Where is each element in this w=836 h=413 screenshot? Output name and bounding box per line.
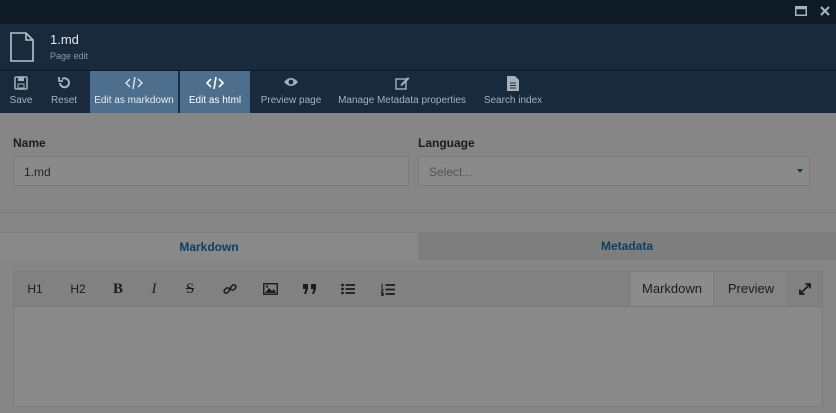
save-icon <box>4 71 38 95</box>
language-select[interactable]: Select... <box>418 156 810 186</box>
name-label: Name <box>13 136 46 150</box>
reset-button[interactable]: Reset <box>46 71 82 113</box>
file-name: 1.md <box>50 32 79 47</box>
toolbar: Save Reset Edit as markdown Edit as html… <box>0 70 836 113</box>
code-icon <box>180 71 250 95</box>
save-button[interactable]: Save <box>4 71 38 113</box>
eye-icon <box>258 71 324 95</box>
reset-icon <box>46 71 82 95</box>
file-subtitle: Page edit <box>50 51 89 61</box>
bold-button[interactable]: B <box>106 272 130 306</box>
caret-down-icon <box>797 169 803 173</box>
edit-as-html-button[interactable]: Edit as html <box>180 71 250 113</box>
code-icon <box>90 71 178 95</box>
mode-markdown-button[interactable]: Markdown <box>631 272 713 306</box>
heading2-button[interactable]: H2 <box>64 272 92 306</box>
preview-page-button[interactable]: Preview page <box>258 71 324 113</box>
fullscreen-icon[interactable] <box>793 272 817 306</box>
markdown-editor[interactable] <box>13 307 823 407</box>
italic-button[interactable]: I <box>142 272 166 306</box>
search-index-button[interactable]: Search index <box>480 71 546 113</box>
tab-markdown[interactable]: Markdown <box>0 232 418 260</box>
name-input[interactable]: 1.md <box>13 156 409 186</box>
quote-icon[interactable] <box>298 272 322 306</box>
manage-metadata-button[interactable]: Manage Metadata properties <box>336 71 468 113</box>
document-icon <box>480 71 546 95</box>
strikethrough-button[interactable]: S <box>178 272 202 306</box>
language-placeholder: Select... <box>429 165 473 179</box>
editor-toolbar: H1 H2 B I S Markdown Preview <box>13 271 823 307</box>
heading1-button[interactable]: H1 <box>22 272 48 306</box>
language-label: Language <box>418 136 475 150</box>
maximize-icon[interactable] <box>793 3 809 19</box>
edit-as-markdown-button[interactable]: Edit as markdown <box>90 71 178 113</box>
image-icon[interactable] <box>258 272 282 306</box>
link-icon[interactable] <box>218 272 242 306</box>
tab-metadata[interactable]: Metadata <box>418 232 836 260</box>
mode-preview-button[interactable]: Preview <box>715 272 787 306</box>
file-icon <box>8 32 36 62</box>
edit-icon <box>336 71 468 95</box>
bullet-list-icon[interactable] <box>336 272 360 306</box>
close-icon[interactable] <box>817 3 833 19</box>
section-divider <box>0 212 836 213</box>
page-header: 1.md Page edit <box>0 24 836 70</box>
numbered-list-icon[interactable] <box>376 272 400 306</box>
window-titlebar <box>0 0 836 24</box>
